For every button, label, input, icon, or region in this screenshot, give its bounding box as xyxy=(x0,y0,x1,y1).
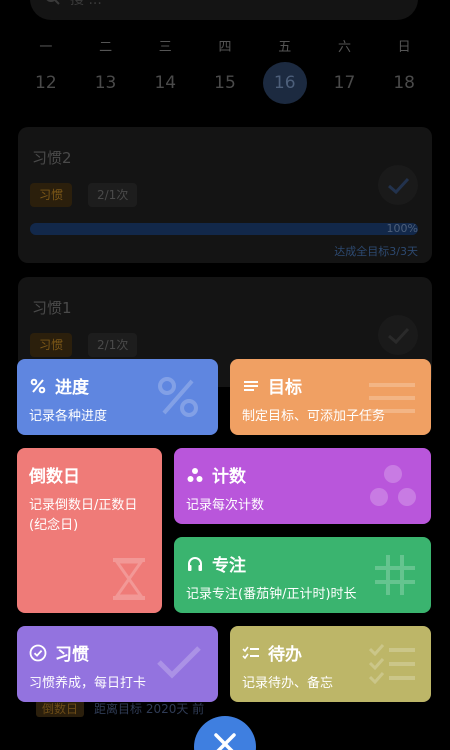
counter-desc: 记录每次计数 xyxy=(186,498,265,513)
check-icon xyxy=(388,327,410,345)
weekday-row: 一 二 三 四 五 六 日 xyxy=(16,36,434,55)
weekday-label: 六 xyxy=(337,40,351,55)
todo-title: 待办 xyxy=(268,645,302,665)
progress-desc: 记录各种进度 xyxy=(29,409,108,424)
date-cell-selected[interactable]: 16 xyxy=(262,62,307,104)
habit-name: 习惯2 xyxy=(32,149,72,167)
habit-desc: 习惯养成，每日打卡 xyxy=(29,676,147,691)
habit-type-tag: 习惯 xyxy=(30,333,73,357)
countdown-title: 倒数日 xyxy=(29,467,80,487)
habit-title: 习惯 xyxy=(55,645,89,665)
progress-bar xyxy=(30,223,418,235)
headphones-icon xyxy=(186,555,204,573)
hint-text: 距离目标 2020天 前 xyxy=(94,702,205,716)
date-cell[interactable]: 17 xyxy=(315,62,375,104)
date-row: 12 13 14 15 16 17 18 xyxy=(16,62,434,104)
dots-icon xyxy=(186,466,204,484)
countdown-option-card[interactable]: 记录倒数日/正数日(纪念日) 倒数日 xyxy=(17,448,162,613)
date-cell[interactable]: 14 xyxy=(135,62,195,104)
search-icon xyxy=(44,0,60,9)
date-cell[interactable]: 15 xyxy=(195,62,255,104)
habit-card[interactable]: 习惯2 习惯 2/1次 100% 达成全目标3/3天 xyxy=(18,127,432,263)
weekday-label: 三 xyxy=(158,40,172,55)
date-cell[interactable]: 13 xyxy=(76,62,136,104)
todo-option-card[interactable]: 待办 记录待办、备忘 xyxy=(230,626,431,702)
date-cell[interactable]: 12 xyxy=(16,62,76,104)
progress-title: 进度 xyxy=(55,378,89,398)
checklist-decoration xyxy=(369,640,415,684)
check-icon xyxy=(388,177,410,195)
counter-option-card[interactable]: 计数 记录每次计数 xyxy=(174,448,431,524)
counter-title: 计数 xyxy=(212,467,246,487)
habit-type-tag: 习惯 xyxy=(30,183,73,207)
percent-icon xyxy=(29,377,47,395)
habit-option-card[interactable]: 习惯 习惯养成，每日打卡 xyxy=(17,626,218,702)
weekday-label: 四 xyxy=(218,40,232,55)
hourglass-decoration xyxy=(112,557,146,601)
todo-desc: 记录待办、备忘 xyxy=(242,676,334,691)
close-icon xyxy=(214,733,236,750)
progress-note: 达成全目标3/3天 xyxy=(334,245,418,258)
search-bar[interactable]: 搜 ... xyxy=(30,0,418,20)
percent-decoration xyxy=(156,375,200,419)
goal-title: 目标 xyxy=(268,378,302,398)
check-in-button[interactable] xyxy=(378,165,418,205)
focus-desc: 记录专注(番茄钟/正计时)时长 xyxy=(186,587,357,602)
habit-count-tag: 2/1次 xyxy=(88,183,138,207)
dots-decoration xyxy=(369,464,417,508)
check-circle-icon xyxy=(29,644,47,662)
hint-tag: 倒数日 xyxy=(36,700,85,717)
progress-percent: 100% xyxy=(386,222,418,235)
weekday-label: 日 xyxy=(397,40,411,55)
date-cell[interactable]: 18 xyxy=(374,62,434,104)
habit-count-tag: 2/1次 xyxy=(88,333,138,357)
progress-option-card[interactable]: 进度 记录各种进度 xyxy=(17,359,218,435)
habit-name: 习惯1 xyxy=(32,299,72,317)
focus-option-card[interactable]: 专注 记录专注(番茄钟/正计时)时长 xyxy=(174,537,431,613)
bottom-hint: 倒数日 距离目标 2020天 前 xyxy=(36,700,204,717)
weekday-label: 五 xyxy=(278,40,292,55)
focus-title: 专注 xyxy=(212,556,246,576)
checkmark-decoration xyxy=(156,644,202,680)
goal-desc: 制定目标、可添加子任务 xyxy=(242,409,386,424)
goal-option-card[interactable]: 目标 制定目标、可添加子任务 xyxy=(230,359,431,435)
checklist-icon xyxy=(242,644,260,662)
check-in-button[interactable] xyxy=(378,315,418,355)
hash-decoration xyxy=(375,555,415,595)
weekday-label: 一 xyxy=(39,40,53,55)
countdown-desc: 记录倒数日/正数日(纪念日) xyxy=(29,498,138,533)
list-lines-icon xyxy=(242,377,260,395)
search-placeholder: 搜 ... xyxy=(70,0,102,8)
weekday-label: 二 xyxy=(99,40,113,55)
progress-bar-fill xyxy=(30,223,418,235)
